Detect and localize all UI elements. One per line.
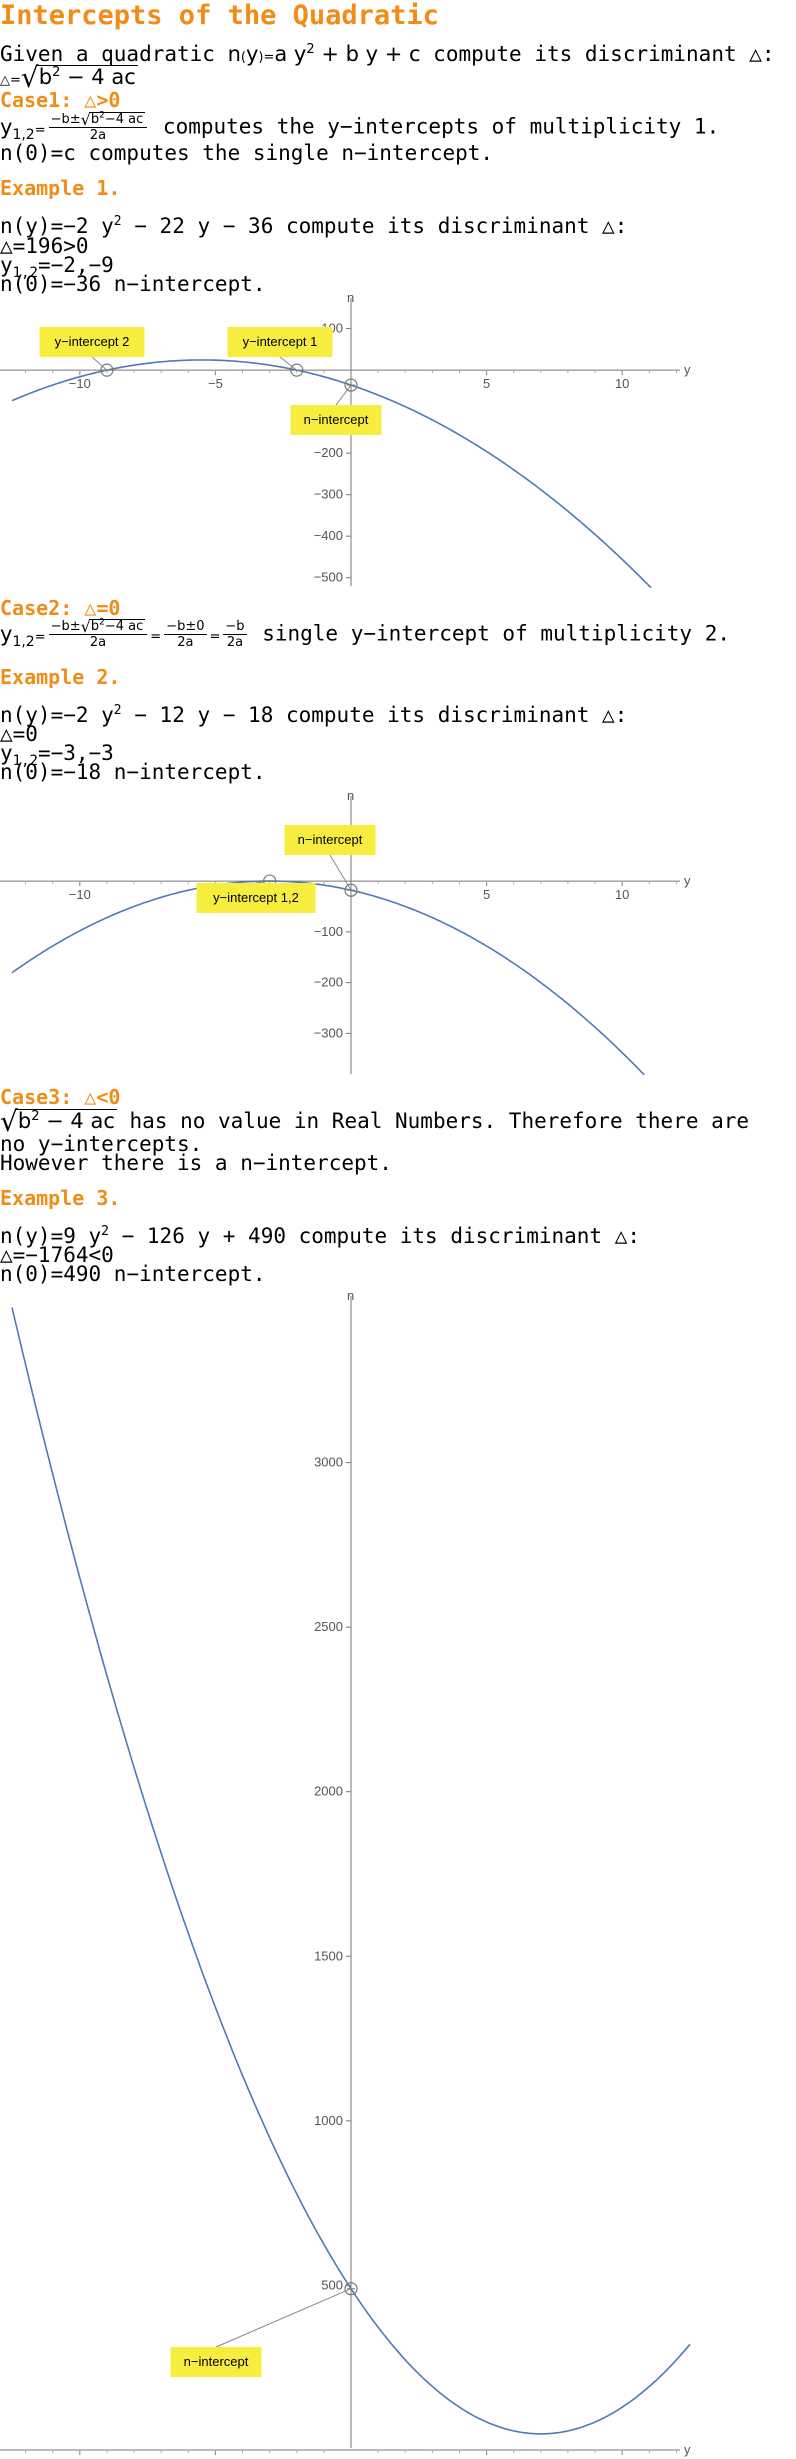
- case2-fraction-2: −b±0 2a: [164, 619, 207, 650]
- case2-frac1-rad: b: [90, 619, 100, 634]
- example1-equation: n(y)=−2 y2 − 22 y − 36 compute its discr…: [0, 214, 628, 238]
- example1-heading: Example 1.: [0, 176, 121, 200]
- case1-n-line: n(0)=c computes the single n−intercept.: [0, 141, 494, 165]
- case2-formula-text: single y−intercept of multiplicity 2.: [249, 621, 730, 646]
- example1-eq-post: − 22 y − 36 compute its discriminant △:: [121, 214, 628, 238]
- callout-leader: [335, 384, 352, 406]
- case2-formula-line: y1,2= −b±√b2−4 ac 2a = −b±0 2a = −b 2a single y−…: [0, 617, 730, 650]
- y-tick-label: 500: [321, 2277, 343, 2292]
- case2-formula-lhs: y: [0, 621, 13, 646]
- intro-quadratic-var: y: [245, 42, 259, 66]
- example2-n0: n(0)=−18 n−intercept.: [0, 760, 266, 784]
- case1-formula-text: computes the y−intercepts of multiplicit…: [150, 114, 720, 139]
- page-title: Intercepts of the Quadratic: [0, 0, 439, 31]
- example1-chart: yn−10−5510100−100−200−300−400−500y−inter…: [0, 290, 691, 589]
- case2-frac2-num: −b±0: [164, 619, 207, 635]
- callout-leader: [91, 356, 108, 371]
- y-axis-label: n: [347, 1288, 354, 1303]
- example3-heading: Example 3.: [0, 1186, 121, 1210]
- x-tick-label: 5: [483, 376, 490, 391]
- series-line: [11, 359, 652, 589]
- intro-disc-lhs: △=: [0, 73, 21, 88]
- example2-chart: yn−10−5510100−100−200−300n−intercepty−in…: [0, 788, 691, 1076]
- y-tick-label: −200: [314, 975, 343, 990]
- intro-disc-radicand: b2 − 4 ac: [36, 65, 138, 89]
- y-tick-label: −100: [314, 924, 343, 939]
- case3-radicand: b2 − 4 ac: [15, 1109, 117, 1133]
- case1-frac-num-pre: −b±: [50, 112, 81, 127]
- notebook-page: Intercepts of the Quadratic Given a quad…: [0, 0, 796, 2459]
- case1-formula-lhs: y: [0, 114, 13, 139]
- y-tick-label: 3000: [314, 1455, 343, 1470]
- y-tick-label: −300: [314, 487, 343, 502]
- case3-rad-tail: − 4 ac: [39, 1109, 115, 1133]
- y-tick-label: 1500: [314, 1948, 343, 1963]
- callout-label: n−intercept: [184, 2354, 249, 2369]
- x-axis-label: y: [684, 362, 691, 377]
- x-tick-label: −5: [208, 376, 223, 391]
- case3-line1-text: has no value in Real Numbers. Therefore …: [116, 1109, 750, 1133]
- y-tick-label: 1000: [314, 2113, 343, 2128]
- case1-formula-line: y1,2= −b±√b2−4 ac 2a computes the y−interc…: [0, 110, 720, 143]
- x-axis-label: y: [684, 2442, 691, 2457]
- callout-label: y−intercept 1,2: [213, 890, 299, 905]
- case2-frac1-den: 2a: [89, 635, 107, 650]
- case1-heading: Case1: △>0: [0, 88, 121, 112]
- case2-heading: Case2: △=0: [0, 596, 121, 620]
- intro-quadratic-tail: + b y + c: [321, 42, 421, 66]
- intro-given-suffix: compute its discriminant △:: [420, 42, 775, 66]
- y-tick-label: −500: [314, 570, 343, 585]
- example3-n0: n(0)=490 n−intercept.: [0, 1262, 266, 1286]
- callout-label: y−intercept 1: [243, 334, 318, 349]
- case2-fraction-3: −b 2a: [223, 619, 247, 650]
- callout-label: n−intercept: [298, 832, 363, 847]
- y-axis-label: n: [347, 290, 354, 305]
- intro-quadratic-rhs: a y: [274, 42, 307, 66]
- x-tick-label: −10: [69, 887, 91, 902]
- intro-disc-rad-tail: − 4 ac: [60, 65, 136, 89]
- case2-frac1-num-pre: −b±: [50, 619, 81, 634]
- example2-equation: n(y)=−2 y2 − 12 y − 18 compute its discr…: [0, 703, 628, 727]
- case2-frac1-rad-tail: −4 ac: [104, 619, 144, 634]
- case1-frac-rad: b: [90, 112, 100, 127]
- x-tick-label: 5: [483, 887, 490, 902]
- y-tick-label: −300: [314, 1025, 343, 1040]
- x-axis-label: y: [684, 873, 691, 888]
- callout-label: y−intercept 2: [55, 334, 130, 349]
- case1-fraction: −b±√b2−4 ac 2a: [48, 111, 148, 143]
- case2-frac3-num: −b: [223, 619, 247, 635]
- y-tick-label: 2500: [314, 1619, 343, 1634]
- case2-formula-sub: 1,2: [12, 633, 35, 650]
- y-axis-label: n: [347, 788, 354, 803]
- x-tick-label: 10: [615, 887, 629, 902]
- case1-frac-rad-tail: −4 ac: [104, 112, 144, 127]
- x-tick-label: 10: [615, 376, 629, 391]
- callout-label: n−intercept: [304, 412, 369, 427]
- intro-disc-rad: b: [38, 65, 53, 89]
- example2-heading: Example 2.: [0, 665, 121, 689]
- case3-line-3: However there is a n−intercept.: [0, 1151, 392, 1175]
- intro-quadratic-n: n: [227, 42, 241, 66]
- case2-frac3-den: 2a: [226, 635, 244, 650]
- case3-rad: b: [17, 1109, 32, 1133]
- example3-eq-post: − 126 y + 490 compute its discriminant △…: [108, 1224, 640, 1248]
- intro-quadratic: n(y)=a y2 + b y + c: [227, 42, 421, 66]
- y-tick-label: 2000: [314, 1784, 343, 1799]
- y-tick-label: −200: [314, 445, 343, 460]
- y-tick-label: −400: [314, 528, 343, 543]
- case2-fraction-1: −b±√b2−4 ac 2a: [48, 618, 148, 650]
- case2-frac2-den: 2a: [177, 635, 194, 650]
- example2-eq-post: − 12 y − 18 compute its discriminant △:: [121, 703, 628, 727]
- example3-chart: yn−10−551050010001500200025003000n−inter…: [0, 1288, 691, 2459]
- callout-leader: [215, 2288, 352, 2348]
- case3-heading: Case3: △<0: [0, 1085, 121, 1109]
